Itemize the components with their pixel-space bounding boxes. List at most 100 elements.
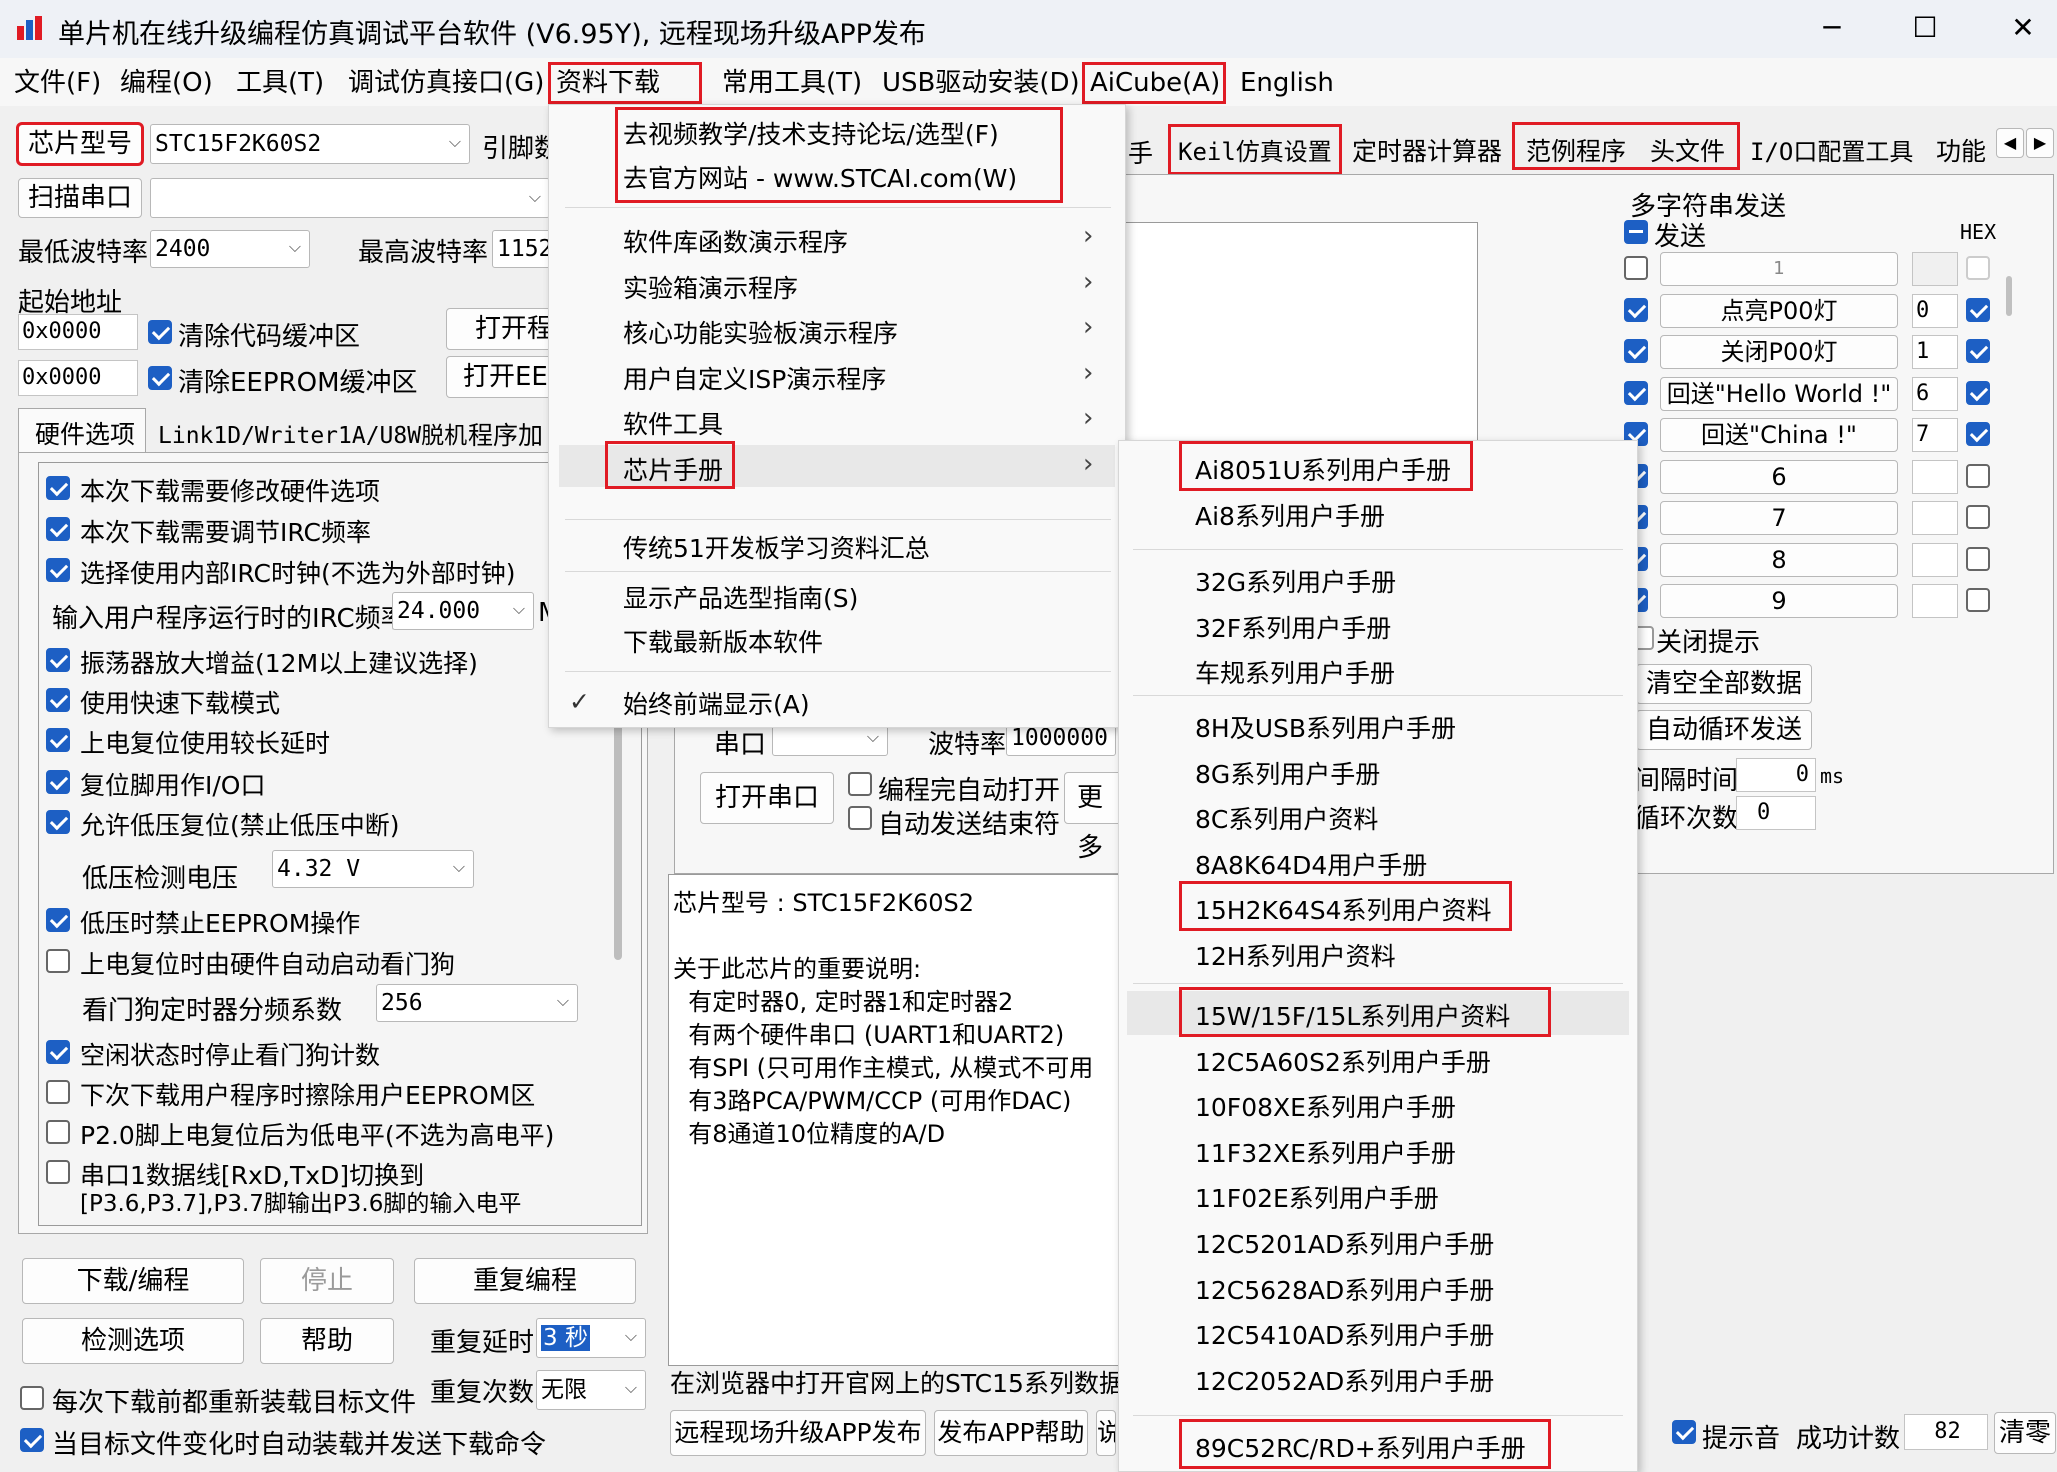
min-baud-select[interactable]: 2400 ⌵ [150, 230, 310, 268]
chip-type-select[interactable]: STC15F2K60S2 ⌵ [150, 124, 470, 164]
more-button[interactable]: 更多 [1064, 772, 1124, 863]
tab-scroll-right-icon[interactable]: ▶ [2026, 128, 2054, 158]
auto-loop-button[interactable]: 自动循环发送 [1636, 710, 1812, 750]
publish-help-button[interactable]: 发布APP帮助 [934, 1410, 1088, 1456]
tab-hardware-options[interactable]: 硬件选项 [18, 408, 146, 454]
send-row-delay[interactable]: 7 [1912, 418, 1958, 452]
tab-io-config[interactable]: I/O口配置工具 [1750, 132, 1913, 167]
option-checkbox[interactable] [46, 558, 70, 582]
send-row-checkbox[interactable] [1624, 256, 1648, 280]
menu-item-manual[interactable]: 12C5410AD系列用户手册 [1195, 1316, 1494, 1352]
tab-functions[interactable]: 功能 [1936, 132, 1986, 168]
send-row-hex-checkbox[interactable] [1966, 505, 1990, 529]
tab-timer-calculator[interactable]: 定时器计算器 [1352, 132, 1502, 168]
open-eeprom-button[interactable]: 打开EE [446, 356, 556, 398]
maximize-button[interactable]: ☐ [1895, 8, 1955, 48]
send-row-delay[interactable] [1912, 459, 1958, 494]
menu-item-selection-guide[interactable]: 显示产品选型指南(S) [623, 579, 858, 615]
option-checkbox[interactable] [46, 949, 70, 973]
clear-code-checkbox[interactable] [148, 320, 172, 344]
send-row-checkbox[interactable] [1624, 339, 1648, 363]
stop-button[interactable]: 停止 [260, 1258, 394, 1304]
menu-usb-driver[interactable]: USB驱动安装(D) [876, 64, 1086, 102]
menu-item-download[interactable]: 芯片手册 [623, 451, 723, 487]
send-row-button[interactable]: 1 [1660, 252, 1898, 286]
option-checkbox[interactable] [46, 688, 70, 712]
menu-item-manual[interactable]: 12C5628AD系列用户手册 [1195, 1271, 1494, 1307]
menu-item-manual[interactable]: 12C2052AD系列用户手册 [1195, 1362, 1494, 1398]
reprogram-button[interactable]: 重复编程 [414, 1258, 636, 1304]
open-program-button[interactable]: 打开程 [446, 308, 556, 350]
send-row-delay[interactable]: 0 [1912, 293, 1958, 328]
browser-link[interactable]: 在浏览器中打开官网上的STC15系列数据手 [670, 1364, 1149, 1400]
menu-item-manual[interactable]: 8A8K64D4用户手册 [1195, 846, 1427, 882]
menu-aicube[interactable]: AiCube(A) [1082, 62, 1226, 104]
send-row-button[interactable]: 9 [1660, 584, 1898, 618]
menu-item-manual[interactable]: 10F08XE系列用户手册 [1195, 1088, 1456, 1124]
code-address-field[interactable]: 0x0000 [18, 314, 138, 350]
max-baud-select[interactable]: 1152 [492, 230, 552, 268]
menu-item-manual[interactable]: 8H及USB系列用户手册 [1195, 709, 1456, 745]
menu-item-download[interactable]: 用户自定义ISP演示程序 [623, 360, 886, 396]
serial-port-select[interactable]: ⌵ [150, 178, 550, 218]
repeat-count-select[interactable]: 无限 ⌵ [536, 1370, 646, 1410]
chip-type-button[interactable]: 芯片型号 [16, 122, 144, 166]
send-row-hex-checkbox[interactable] [1966, 463, 1990, 488]
sound-checkbox[interactable] [1672, 1420, 1696, 1444]
menu-debug[interactable]: 调试仿真接口(G) [342, 64, 550, 102]
menu-item-manual[interactable]: 12H系列用户资料 [1195, 937, 1396, 973]
open-port-button[interactable]: 打开串口 [700, 772, 834, 824]
send-row-hex-checkbox[interactable] [1966, 588, 1990, 612]
tab-example-programs[interactable]: 范例程序 [1526, 132, 1626, 168]
menu-tools[interactable]: 工具(T) [230, 64, 330, 102]
send-row-hex-checkbox[interactable] [1966, 256, 1990, 280]
option-checkbox[interactable] [46, 1040, 70, 1064]
menu-item-download[interactable]: 软件工具 [623, 405, 723, 441]
send-row-button[interactable]: 回送"China !" [1660, 418, 1898, 452]
option-checkbox[interactable] [46, 728, 70, 752]
send-row-checkbox[interactable] [1624, 380, 1648, 405]
option-checkbox[interactable] [46, 1160, 70, 1184]
send-row-hex-checkbox[interactable] [1966, 339, 1990, 363]
help-button[interactable]: 帮助 [260, 1318, 394, 1364]
clear-all-button[interactable]: 清空全部数据 [1636, 664, 1812, 704]
menu-item-download[interactable]: 核心功能实验板演示程序 [623, 314, 898, 350]
menu-item-manual[interactable]: 32G系列用户手册 [1195, 563, 1396, 599]
tab-offline[interactable]: Link1D/Writer1A/U8W脱机 [158, 416, 467, 450]
option-checkbox[interactable] [46, 770, 70, 794]
send-row-hex-checkbox[interactable] [1966, 297, 1990, 322]
menu-download[interactable]: 资料下载(D) [548, 62, 702, 136]
menu-file[interactable]: 文件(F) [8, 64, 107, 102]
tab-keil-debug[interactable]: Keil仿真设置 [1168, 124, 1342, 175]
wdt-prescaler-select[interactable]: 256 ⌵ [376, 984, 578, 1022]
option-checkbox[interactable] [46, 810, 70, 834]
send-row-delay[interactable]: 6 [1912, 376, 1958, 411]
eeprom-address-field[interactable]: 0x0000 [18, 360, 138, 396]
send-row-button[interactable]: 关闭P00灯 [1660, 335, 1898, 369]
send-row-delay[interactable] [1912, 252, 1958, 286]
menu-item-manual[interactable]: 8G系列用户手册 [1195, 755, 1380, 791]
download-program-button[interactable]: 下载/编程 [22, 1258, 244, 1304]
send-row-delay[interactable]: 1 [1912, 335, 1958, 369]
irc-frequency-select[interactable]: 24.000 ⌵ [392, 592, 534, 630]
tab-scroll-left-icon[interactable]: ◀ [1996, 128, 2024, 158]
menu-item-download[interactable]: 实验箱演示程序 [623, 269, 798, 305]
send-row-delay[interactable] [1912, 542, 1958, 577]
menu-english[interactable]: English [1234, 64, 1340, 102]
option-checkbox[interactable] [46, 1120, 70, 1144]
send-row-button[interactable]: 回送"Hello World !" [1660, 376, 1898, 411]
remote-app-button[interactable]: 远程现场升级APP发布 [670, 1410, 926, 1456]
option-checkbox[interactable] [46, 476, 70, 500]
send-row-hex-checkbox[interactable] [1966, 380, 1990, 405]
interval-field[interactable]: 0 [1736, 758, 1816, 792]
option-checkbox[interactable] [46, 1080, 70, 1104]
menu-item-manual[interactable]: 11F32XE系列用户手册 [1195, 1134, 1456, 1170]
loop-count-field[interactable]: 0 [1736, 796, 1816, 830]
menu-common-tools[interactable]: 常用工具(T) [716, 64, 868, 102]
menu-item-manual[interactable]: 32F系列用户手册 [1195, 609, 1391, 645]
option-checkbox[interactable] [46, 648, 70, 672]
send-row-button[interactable]: 8 [1660, 542, 1898, 577]
close-button[interactable]: ✕ [1993, 8, 2053, 48]
menu-item-manual[interactable]: 车规系列用户手册 [1195, 654, 1395, 690]
check-options-button[interactable]: 检测选项 [22, 1318, 244, 1364]
